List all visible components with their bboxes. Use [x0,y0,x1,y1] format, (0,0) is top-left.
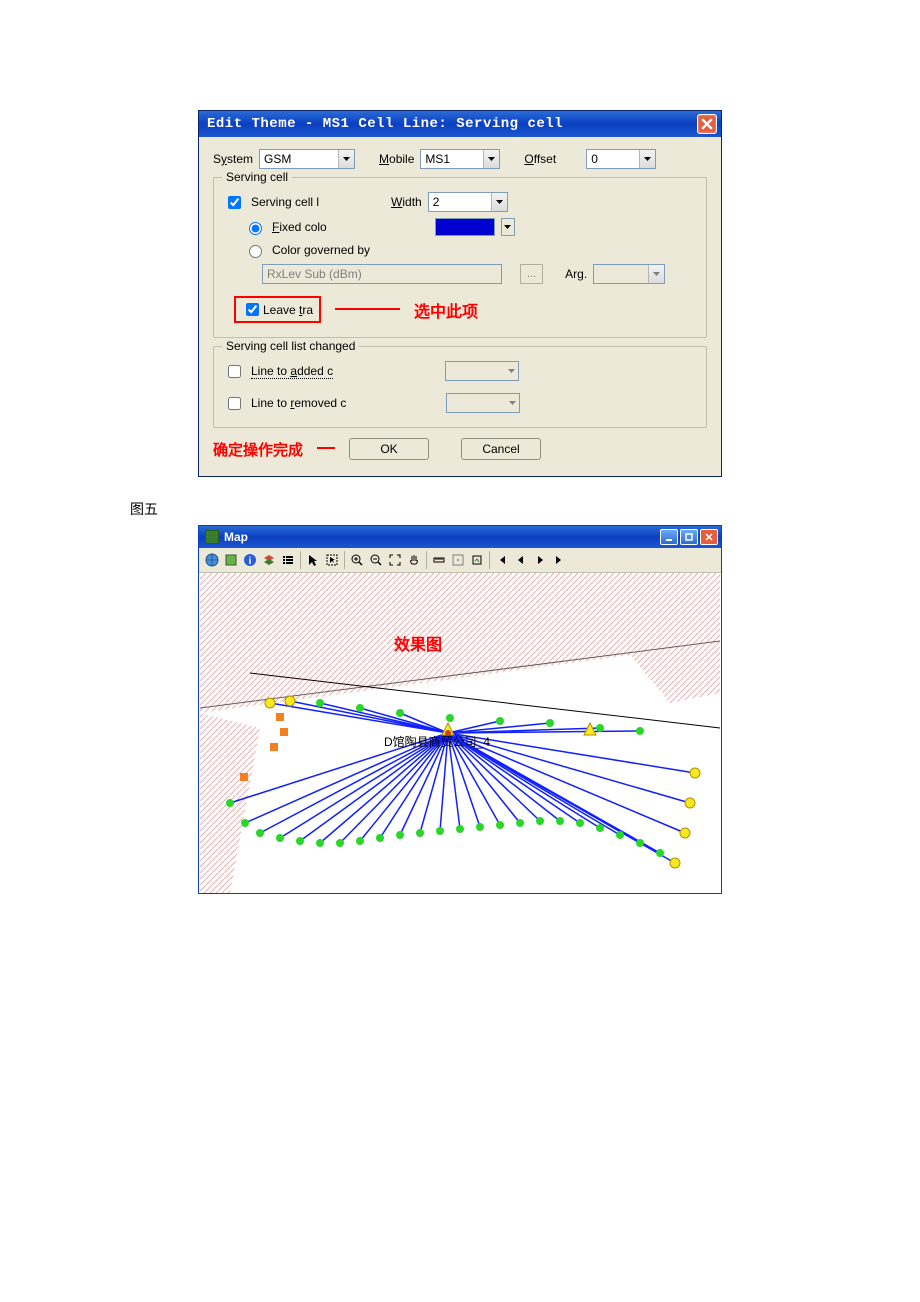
export-icon[interactable] [468,551,486,569]
mobile-select[interactable]: MS1 [420,149,500,169]
map-title: Map [224,530,248,544]
chevron-down-icon [338,150,354,168]
offset-label: Offset [524,152,556,166]
list-icon[interactable] [279,551,297,569]
mobile-value: MS1 [421,152,454,166]
close-icon [705,533,713,541]
annotation-effect: 效果图 [394,631,442,655]
leave-trace-label: Leave tra [263,303,313,317]
annotation-confirm: 确定操作完成 [213,439,303,460]
layers-icon[interactable] [260,551,278,569]
width-label: Width [391,195,422,209]
serving-cell-checkbox-label: Serving cell l [251,195,319,209]
arg-select [593,264,665,284]
system-value: GSM [260,152,295,166]
list-changed-group: Serving cell list changed Line to added … [213,346,707,428]
fixed-color-label: Fixed colo [272,220,327,234]
governed-ie-select: RxLev Sub (dBm) [262,264,502,284]
map-app-icon [205,530,219,544]
map-icon[interactable] [222,551,240,569]
annotation-select-this: 选中此项 [414,298,478,322]
system-label: System [213,152,253,166]
edit-theme-dialog: Edit Theme - MS1 Cell Line: Serving cell… [198,110,722,477]
leave-trace-highlight: Leave tra [234,296,321,323]
cell-label: D馆陶县商贸公司_4 [384,733,490,750]
figure-caption: 图五 [130,499,920,519]
width-value: 2 [429,195,444,209]
maximize-button[interactable] [680,529,698,545]
close-icon [701,118,713,130]
annotation-line [317,447,335,449]
map-window: Map i [198,525,722,894]
line-added-label: Line to added c [251,364,333,379]
mobile-label: Mobile [379,152,414,166]
line-removed-label: Line to removed c [251,396,346,410]
next-icon[interactable] [531,551,549,569]
close-button[interactable] [697,114,717,134]
pan-icon[interactable] [405,551,423,569]
ruler-icon[interactable] [449,551,467,569]
leave-trace-checkbox[interactable] [246,303,259,316]
line-added-checkbox[interactable] [228,365,241,378]
serving-cell-group-title: Serving cell [222,170,292,184]
minimize-icon [665,533,673,541]
chevron-down-icon [491,193,507,211]
minimize-button[interactable] [660,529,678,545]
measure-icon[interactable] [430,551,448,569]
zoom-in-icon[interactable] [348,551,366,569]
chevron-down-icon [505,394,519,412]
chevron-down-icon [483,150,499,168]
color-dropdown[interactable] [501,218,515,236]
cancel-button[interactable]: Cancel [461,438,541,460]
color-governed-label: Color governed by [272,243,370,257]
svg-text:i: i [249,556,252,567]
zoom-extent-icon[interactable] [386,551,404,569]
dialog-title: Edit Theme - MS1 Cell Line: Serving cell [207,116,563,132]
chevron-down-icon [504,362,518,380]
last-icon[interactable] [550,551,568,569]
arg-label: Arg. [565,267,587,281]
select-icon[interactable] [323,551,341,569]
fixed-color-radio[interactable] [249,222,262,235]
map-canvas[interactable]: 效果图 D馆陶县商贸公司_4 [199,573,721,893]
system-select[interactable]: GSM [259,149,355,169]
list-changed-group-title: Serving cell list changed [222,339,359,353]
color-governed-radio[interactable] [249,245,262,258]
chevron-down-icon [648,265,664,283]
width-select[interactable]: 2 [428,192,508,212]
offset-value: 0 [587,152,602,166]
serving-cell-checkbox[interactable] [228,196,241,209]
map-toolbar: i [199,548,721,573]
info-icon[interactable]: i [241,551,259,569]
line-removed-color [446,393,520,413]
globe-icon[interactable] [203,551,221,569]
chevron-down-icon [639,150,655,168]
color-swatch[interactable] [435,218,495,236]
serving-cell-group: Serving cell Serving cell l Width 2 Fixe… [213,177,707,338]
zoom-out-icon[interactable] [367,551,385,569]
first-icon[interactable] [493,551,511,569]
offset-select[interactable]: 0 [586,149,656,169]
governed-ie-value: RxLev Sub (dBm) [263,267,366,281]
annotation-line [335,308,400,310]
maximize-icon [685,533,693,541]
line-removed-checkbox[interactable] [228,397,241,410]
titlebar: Edit Theme - MS1 Cell Line: Serving cell [199,111,721,137]
close-button[interactable] [700,529,718,545]
map-titlebar: Map [199,526,721,548]
browse-button[interactable]: ... [520,264,543,284]
prev-icon[interactable] [512,551,530,569]
ok-button[interactable]: OK [349,438,429,460]
pointer-icon[interactable] [304,551,322,569]
line-added-color [445,361,519,381]
